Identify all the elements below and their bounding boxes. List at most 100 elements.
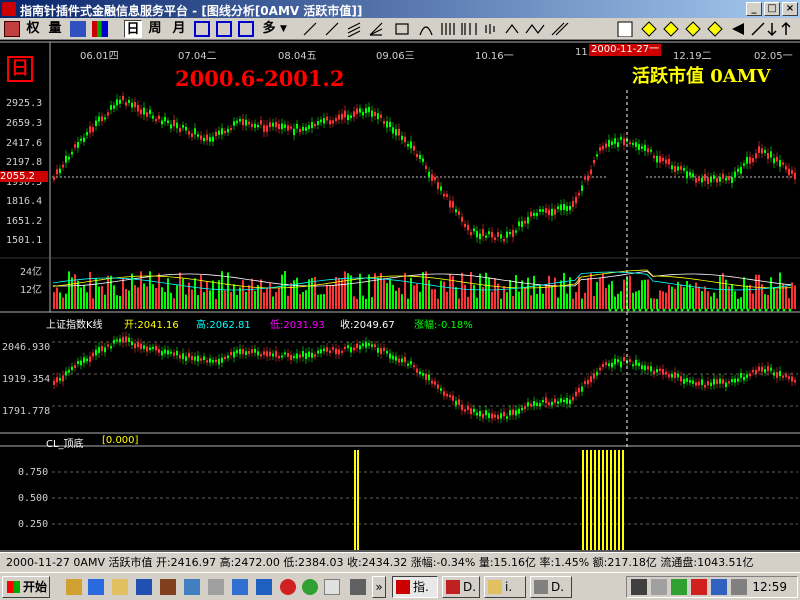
indicator-axis-label: 0.250 — [18, 519, 49, 530]
quicklaunch-icon[interactable] — [350, 579, 366, 595]
ie-icon[interactable] — [256, 579, 272, 595]
index-candle — [194, 356, 196, 361]
volume-bar — [740, 297, 742, 309]
rights-button[interactable]: 权 — [24, 20, 42, 38]
candle — [485, 235, 487, 238]
volume-button[interactable]: 量 — [46, 20, 64, 38]
index-candle — [743, 376, 745, 381]
candle — [362, 111, 364, 116]
index-candle — [122, 336, 124, 343]
candle — [413, 145, 415, 151]
candle — [185, 126, 187, 131]
speaker-icon[interactable] — [731, 579, 747, 595]
candle — [701, 177, 703, 183]
chart-area[interactable]: 日 06.01四 07.04二 08.04五 09.06三 10.16一 11.… — [0, 40, 800, 552]
candle — [266, 125, 268, 132]
candle — [608, 139, 610, 147]
index-candle — [686, 378, 688, 382]
week-button[interactable]: 周 — [146, 20, 164, 38]
index-candle — [710, 382, 712, 387]
volume-bar — [749, 284, 751, 309]
volume-bar — [68, 271, 70, 309]
candle — [449, 200, 451, 208]
start-button[interactable]: 开始 — [2, 576, 50, 598]
index-candle — [545, 397, 547, 404]
index-candle — [692, 380, 694, 384]
quicklaunch-icon[interactable] — [88, 579, 104, 595]
volume-bar — [95, 278, 97, 309]
taskbar-item[interactable]: D. — [442, 576, 480, 598]
volume-bar — [413, 285, 415, 309]
tray-icon[interactable] — [651, 579, 667, 595]
candle — [359, 108, 361, 113]
volume-bar — [284, 271, 286, 309]
index-candle — [350, 347, 352, 353]
window-icon[interactable] — [216, 21, 232, 37]
bars-icon[interactable] — [92, 21, 108, 37]
index-candle — [242, 349, 244, 355]
index-candle — [152, 346, 154, 349]
index-candle — [707, 381, 709, 386]
folder-icon[interactable] — [112, 579, 128, 595]
signal-dot — [698, 308, 702, 312]
index-candle — [359, 345, 361, 350]
quicklaunch-icon[interactable] — [208, 579, 224, 595]
index-candle — [101, 345, 103, 352]
ime-icon[interactable] — [691, 579, 707, 595]
tray-icon[interactable] — [631, 579, 647, 595]
volume-bar — [173, 298, 175, 309]
quicklaunch-icon[interactable] — [232, 579, 248, 595]
more-button[interactable]: 多 — [260, 20, 278, 38]
index-candle — [740, 372, 742, 378]
quicklaunch-icon[interactable] — [302, 579, 318, 595]
candle — [335, 118, 337, 122]
indicator-bar — [618, 450, 620, 550]
volume-bar — [473, 284, 475, 309]
volume-bar — [593, 295, 595, 309]
quicklaunch-icon[interactable] — [324, 579, 340, 595]
tray-icon[interactable] — [671, 579, 687, 595]
volume-bar — [521, 280, 523, 309]
index-candle — [170, 351, 172, 354]
chevron-icon[interactable]: » — [372, 576, 386, 598]
index-candle — [179, 354, 181, 359]
tray-icon[interactable] — [711, 579, 727, 595]
taskbar-item[interactable]: i. — [484, 576, 526, 598]
diamond-icon — [641, 21, 657, 37]
candle — [563, 204, 565, 210]
index-candle — [53, 380, 55, 385]
index-candle — [182, 353, 184, 360]
minimize-button[interactable]: _ — [746, 2, 762, 16]
index-candle — [557, 401, 559, 404]
volume-bar — [722, 273, 724, 309]
volume-bar — [572, 298, 574, 309]
word-icon[interactable] — [136, 579, 152, 595]
window-icon[interactable] — [238, 21, 254, 37]
dropdown-icon[interactable]: ▼ — [280, 21, 296, 37]
quicklaunch-icon[interactable] — [66, 579, 82, 595]
month-button[interactable]: 月 — [170, 20, 188, 38]
taskbar-item[interactable]: D. — [530, 576, 572, 598]
candle — [644, 144, 646, 152]
window-icon[interactable] — [194, 21, 210, 37]
volume-bar — [197, 295, 199, 309]
volume-bar — [587, 278, 589, 309]
quicklaunch-icon[interactable] — [280, 579, 296, 595]
close-button[interactable]: × — [782, 2, 798, 16]
maximize-button[interactable]: □ — [764, 2, 780, 16]
index-candle — [374, 344, 376, 348]
day-button[interactable]: 日 — [124, 20, 142, 38]
candle — [191, 133, 193, 138]
back-icon[interactable] — [4, 21, 20, 37]
index-candle — [548, 402, 550, 406]
index-candle — [650, 366, 652, 372]
candle — [131, 102, 133, 108]
volume-bar — [383, 277, 385, 309]
quicklaunch-icon[interactable] — [184, 579, 200, 595]
quicklaunch-icon[interactable] — [160, 579, 176, 595]
taskbar-item[interactable]: 指. — [392, 576, 438, 598]
chart-icon[interactable] — [70, 21, 86, 37]
index-candle — [320, 349, 322, 354]
index-candle — [410, 361, 412, 365]
index-candle — [512, 409, 514, 416]
